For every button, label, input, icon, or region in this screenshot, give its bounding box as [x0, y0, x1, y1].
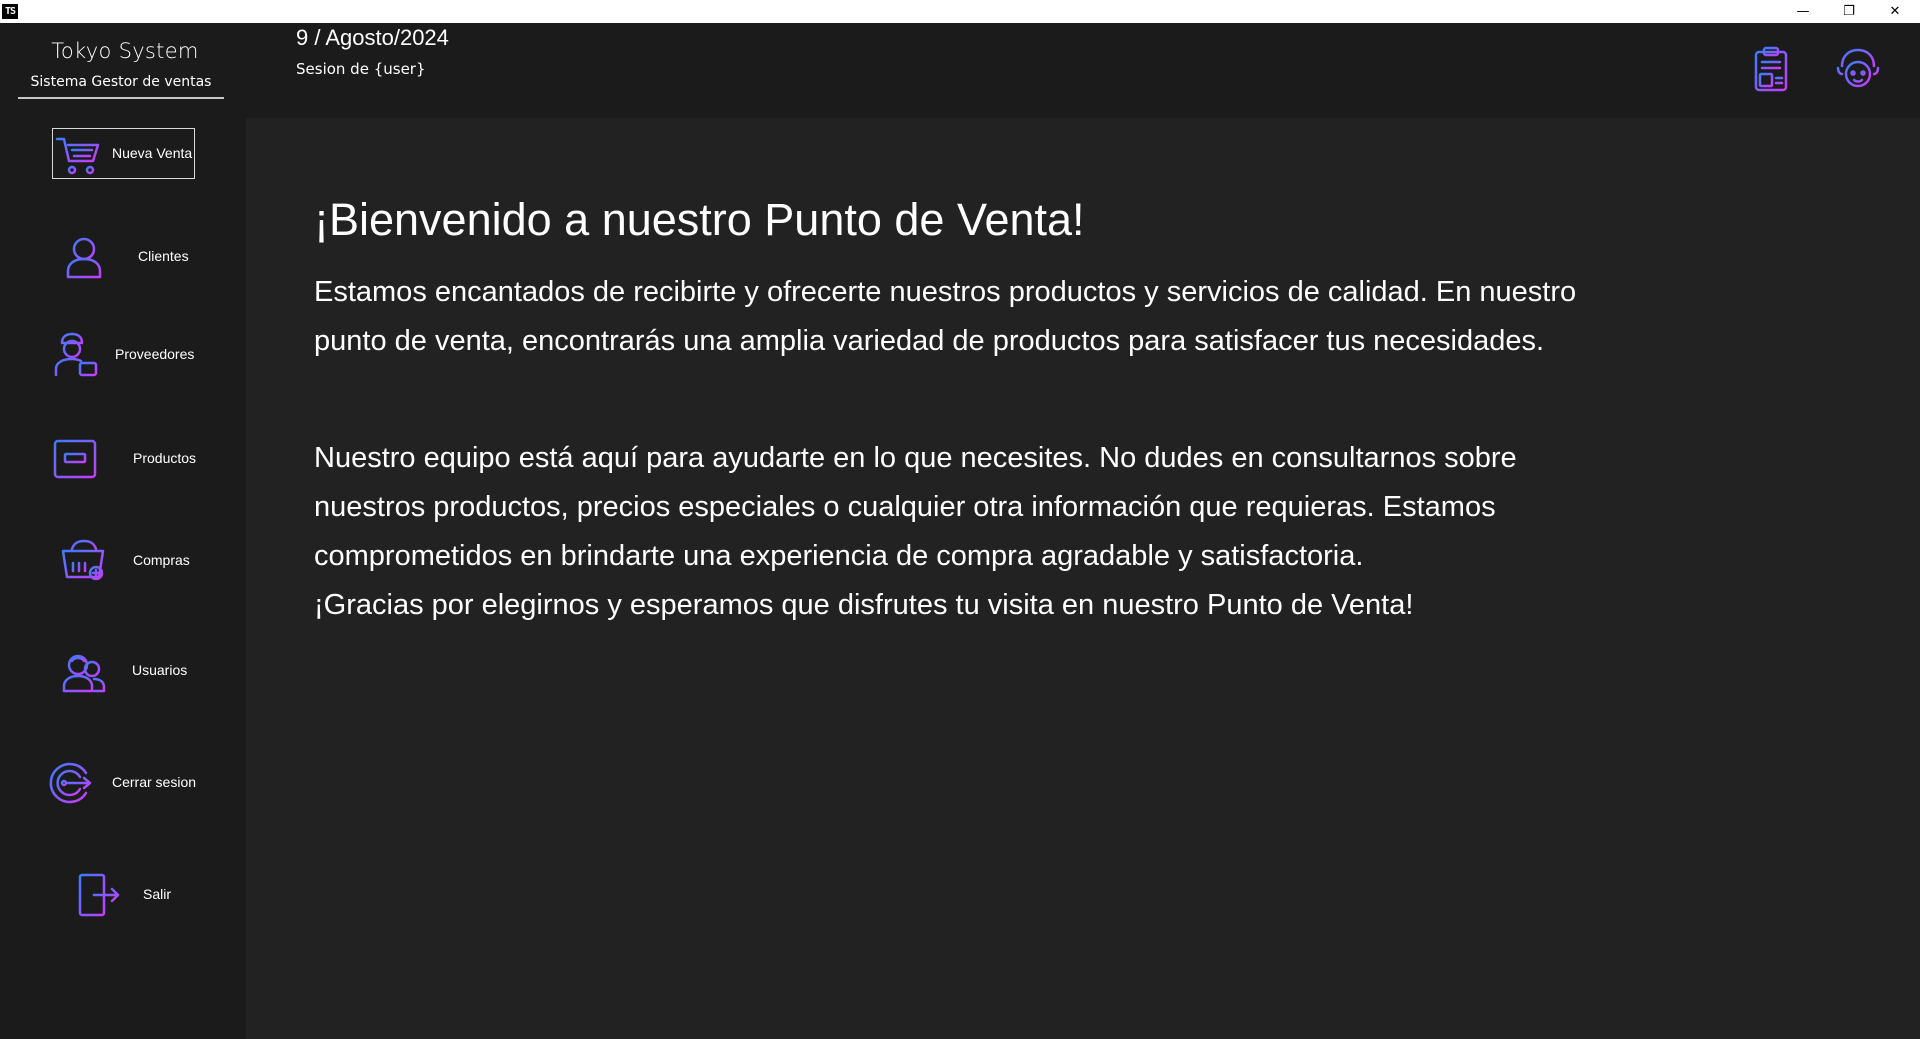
- exit-door-icon: [78, 873, 120, 917]
- sidebar-item-label: Proveedores: [115, 346, 195, 362]
- clipboard-report-icon[interactable]: [1748, 46, 1796, 94]
- session-label: Sesion de {user}: [296, 60, 426, 78]
- shopping-basket-icon: [61, 539, 105, 581]
- sidebar-item-label: Salir: [143, 886, 172, 902]
- header: 9 / Agosto/2024 Sesion de {user}: [246, 23, 1920, 118]
- sidebar-item-cerrar-sesion[interactable]: Cerrar sesion: [46, 753, 226, 813]
- welcome-title: ¡Bienvenido a nuestro Punto de Venta!: [314, 194, 1085, 245]
- close-button[interactable]: ✕: [1872, 0, 1918, 23]
- sidebar-item-label: Compras: [133, 552, 190, 568]
- app-logo-icon: TS: [2, 4, 18, 19]
- app-window: TS — ❐ ✕ Tokyo System Sistema Gestor de …: [0, 0, 1920, 1039]
- sidebar-item-clientes[interactable]: Clientes: [56, 227, 206, 287]
- brand-subtitle: Sistema Gestor de ventas: [30, 74, 212, 90]
- brand-title: Tokyo System: [51, 39, 199, 63]
- sidebar-item-label: Nueva Venta: [112, 145, 193, 161]
- sidebar: Tokyo System Sistema Gestor de ventas Nu…: [0, 23, 246, 1039]
- brand-divider: [18, 97, 224, 99]
- shopping-cart-icon: [55, 137, 100, 175]
- sidebar-item-compras[interactable]: Compras: [56, 531, 216, 591]
- customer-icon: [66, 237, 102, 279]
- sidebar-item-productos[interactable]: Productos: [52, 429, 212, 489]
- title-bar: TS — ❐ ✕: [0, 0, 1920, 23]
- restore-button[interactable]: ❐: [1826, 0, 1872, 23]
- sidebar-item-label: Usuarios: [132, 662, 188, 678]
- welcome-paragraph-1: Estamos encantados de recibirte y ofrece…: [314, 276, 1577, 357]
- minimize-button[interactable]: —: [1780, 0, 1826, 23]
- current-date: 9 / Agosto/2024: [296, 25, 449, 50]
- sidebar-item-label: Clientes: [138, 248, 189, 264]
- users-icon: [62, 654, 106, 693]
- sidebar-item-nueva-venta[interactable]: Nueva Venta: [52, 128, 195, 179]
- welcome-paragraph-3: ¡Gracias por elegirnos y esperamos que d…: [314, 589, 1414, 621]
- main-content: ¡Bienvenido a nuestro Punto de Venta! Es…: [246, 118, 1920, 1039]
- welcome-paragraph-2: Nuestro equipo está aquí para ayudarte e…: [314, 442, 1517, 572]
- products-icon: [53, 439, 97, 479]
- user-profile-icon[interactable]: [1834, 46, 1882, 94]
- sidebar-item-label: Cerrar sesion: [112, 774, 197, 790]
- sidebar-item-label: Productos: [133, 450, 197, 466]
- supplier-icon: [54, 332, 98, 377]
- sidebar-item-salir[interactable]: Salir: [74, 865, 214, 925]
- logout-icon: [49, 762, 92, 804]
- sidebar-item-usuarios[interactable]: Usuarios: [60, 641, 220, 701]
- sidebar-item-proveedores[interactable]: Proveedores: [52, 325, 212, 385]
